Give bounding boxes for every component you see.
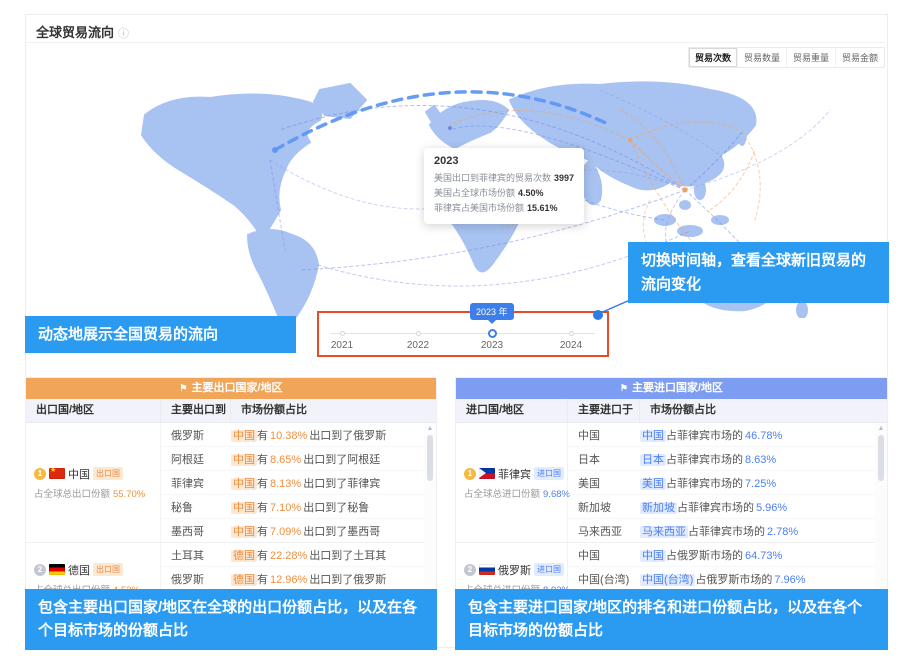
column-header: 主要出口到 (161, 399, 231, 422)
importer-badge: 进口国 (534, 467, 564, 480)
scrollbar-thumb[interactable] (427, 435, 433, 481)
column-header: 主要进口于 (568, 399, 640, 422)
timeline-track[interactable] (331, 333, 595, 334)
table-row: 菲律宾 中国有8.13%出口到了菲律宾 (161, 471, 436, 495)
tab-trade-quantity[interactable]: 贸易数量 (737, 48, 786, 67)
page-title: 全球贸易流向 ⓘ (36, 22, 129, 41)
annotation-import-table: 包含主要进口国家/地区的排名和进口份额占比，以及在各个目标市场的份额占比 (455, 589, 888, 650)
exporter-badge: 出口国 (93, 467, 123, 480)
table-row: 土耳其 德国有22.28%出口到了土耳其 (161, 543, 436, 567)
flag-russia-icon (479, 564, 495, 575)
timeline-handle-2023[interactable] (488, 329, 497, 338)
table-row: 日本 日本占菲律宾市场的8.63% (568, 447, 887, 471)
tab-trade-weight[interactable]: 贸易重量 (786, 48, 835, 67)
timeline-selected-badge[interactable]: 2023 年 (470, 303, 514, 320)
timeline-year-2024[interactable]: 2024 (549, 340, 593, 351)
tooltip-row: 菲律宾占美国市场份额15.61% (434, 201, 574, 216)
table-row: 秘鲁 中国有7.10%出口到了秘鲁 (161, 495, 436, 519)
export-table-scrollbar[interactable]: ▲ ▼ (424, 423, 436, 604)
country-name: 德国 (68, 562, 90, 578)
flag-china-icon (49, 468, 65, 479)
rank-medal-icon: 1 (34, 468, 46, 480)
column-header: 进口国/地区 (456, 399, 568, 422)
column-header: 出口国/地区 (26, 399, 161, 422)
rank-medal-icon: 2 (464, 564, 476, 576)
tooltip-year: 2023 (434, 155, 574, 167)
timeline-year-2021[interactable]: 2021 (320, 340, 364, 351)
share-value: 55.70% (113, 489, 145, 500)
scrollbar-thumb[interactable] (878, 435, 884, 481)
exporter-badge: 出口国 (93, 563, 123, 576)
share-value: 9.68% (543, 489, 570, 500)
timeline-year-2023[interactable]: 2023 (470, 340, 514, 351)
table-row: 中国 中国占菲律宾市场的46.78% (568, 423, 887, 447)
scroll-up-icon[interactable]: ▲ (427, 425, 434, 432)
import-table-header: ⚑主要进口国家/地区 (456, 378, 887, 399)
export-table-columns: 出口国/地区 主要出口到 市场份额占比 (26, 399, 436, 423)
rank-medal-icon: 1 (464, 468, 476, 480)
scroll-up-icon[interactable]: ▲ (878, 425, 885, 432)
table-row: 俄罗斯 中国有10.38%出口到了俄罗斯 (161, 423, 436, 447)
timeline-tick-2022[interactable] (416, 331, 421, 336)
table-row: 中国 中国占俄罗斯市场的64.73% (568, 543, 887, 567)
tab-trade-count[interactable]: 贸易次数 (689, 48, 737, 67)
column-header: 市场份额占比 (231, 399, 436, 422)
export-table-header: ⚑主要出口国家/地区 (26, 378, 436, 399)
column-header: 市场份额占比 (640, 399, 887, 422)
table-row: 美国 美国占菲律宾市场的7.25% (568, 471, 887, 495)
importer-badge: 进口国 (534, 563, 564, 576)
tab-trade-amount[interactable]: 贸易金额 (835, 48, 884, 67)
annotation-timeline: 切换时间轴，查看全球新旧贸易的流向变化 (628, 242, 889, 303)
export-group-china: 1 中国 出口国 占全球总出口份额55.70% 俄罗斯 中国有10.38%出口到… (26, 423, 436, 543)
table-row: 新加坡 新加坡占菲律宾市场的5.96% (568, 495, 887, 519)
country-cell: 1 中国 出口国 占全球总出口份额55.70% (26, 423, 161, 542)
import-table-columns: 进口国/地区 主要进口于 市场份额占比 (456, 399, 887, 423)
flag-philippines-icon (479, 468, 495, 479)
import-group-philippines: 1 菲律宾 进口国 占全球总进口份额9.68% 中国 中国占菲律宾市场的46.7… (456, 423, 887, 543)
annotation-map-flow: 动态地展示全国贸易的流向 (25, 316, 296, 353)
country-name: 俄罗斯 (498, 562, 531, 578)
flag-banner-icon: ⚑ (620, 383, 628, 393)
page-title-text: 全球贸易流向 (36, 25, 114, 40)
info-icon[interactable]: ⓘ (118, 28, 129, 40)
trade-flow-dashboard: 全球贸易流向 ⓘ 贸易次数 贸易数量 贸易重量 贸易金额 (0, 0, 913, 658)
timeline-tick-2024[interactable] (569, 331, 574, 336)
country-name: 菲律宾 (498, 466, 531, 482)
table-row: 马来西亚 马来西亚占菲律宾市场的2.78% (568, 519, 887, 542)
tooltip-row: 美国出口到菲律宾的贸易次数3997 (434, 171, 574, 186)
flag-germany-icon (49, 564, 65, 575)
rank-medal-icon: 2 (34, 564, 46, 576)
metric-tab-group: 贸易次数 贸易数量 贸易重量 贸易金额 (688, 47, 885, 68)
table-row: 中国(台湾) 中国(台湾)占俄罗斯市场的7.96% (568, 567, 887, 591)
timeline-year-2022[interactable]: 2022 (396, 340, 440, 351)
tooltip-row: 美国占全球市场份额4.50% (434, 186, 574, 201)
import-table-scrollbar[interactable]: ▲ ▼ (875, 423, 887, 604)
export-table: ⚑主要出口国家/地区 出口国/地区 主要出口到 市场份额占比 1 中国 出口国 … (25, 377, 437, 606)
timeline-tick-2021[interactable] (340, 331, 345, 336)
header-divider (26, 42, 885, 43)
timeline-highlight-rect: 2021 2022 2023 2024 2023 年 (317, 311, 609, 357)
country-cell: 1 菲律宾 进口国 占全球总进口份额9.68% (456, 423, 568, 542)
annotation-export-table: 包含主要出口国家/地区在全球的出口份额占比，以及在各个目标市场的份额占比 (25, 589, 437, 650)
import-table: ⚑主要进口国家/地区 进口国/地区 主要进口于 市场份额占比 1 菲律宾 进口国… (455, 377, 888, 606)
map-tooltip: 2023 美国出口到菲律宾的贸易次数3997 美国占全球市场份额4.50% 菲律… (424, 148, 584, 224)
country-name: 中国 (68, 466, 90, 482)
flag-banner-icon: ⚑ (179, 383, 187, 393)
table-row: 俄罗斯 德国有12.96%出口到了俄罗斯 (161, 567, 436, 591)
table-row: 阿根廷 中国有8.65%出口到了阿根廷 (161, 447, 436, 471)
table-row: 墨西哥 中国有7.09%出口到了墨西哥 (161, 519, 436, 542)
